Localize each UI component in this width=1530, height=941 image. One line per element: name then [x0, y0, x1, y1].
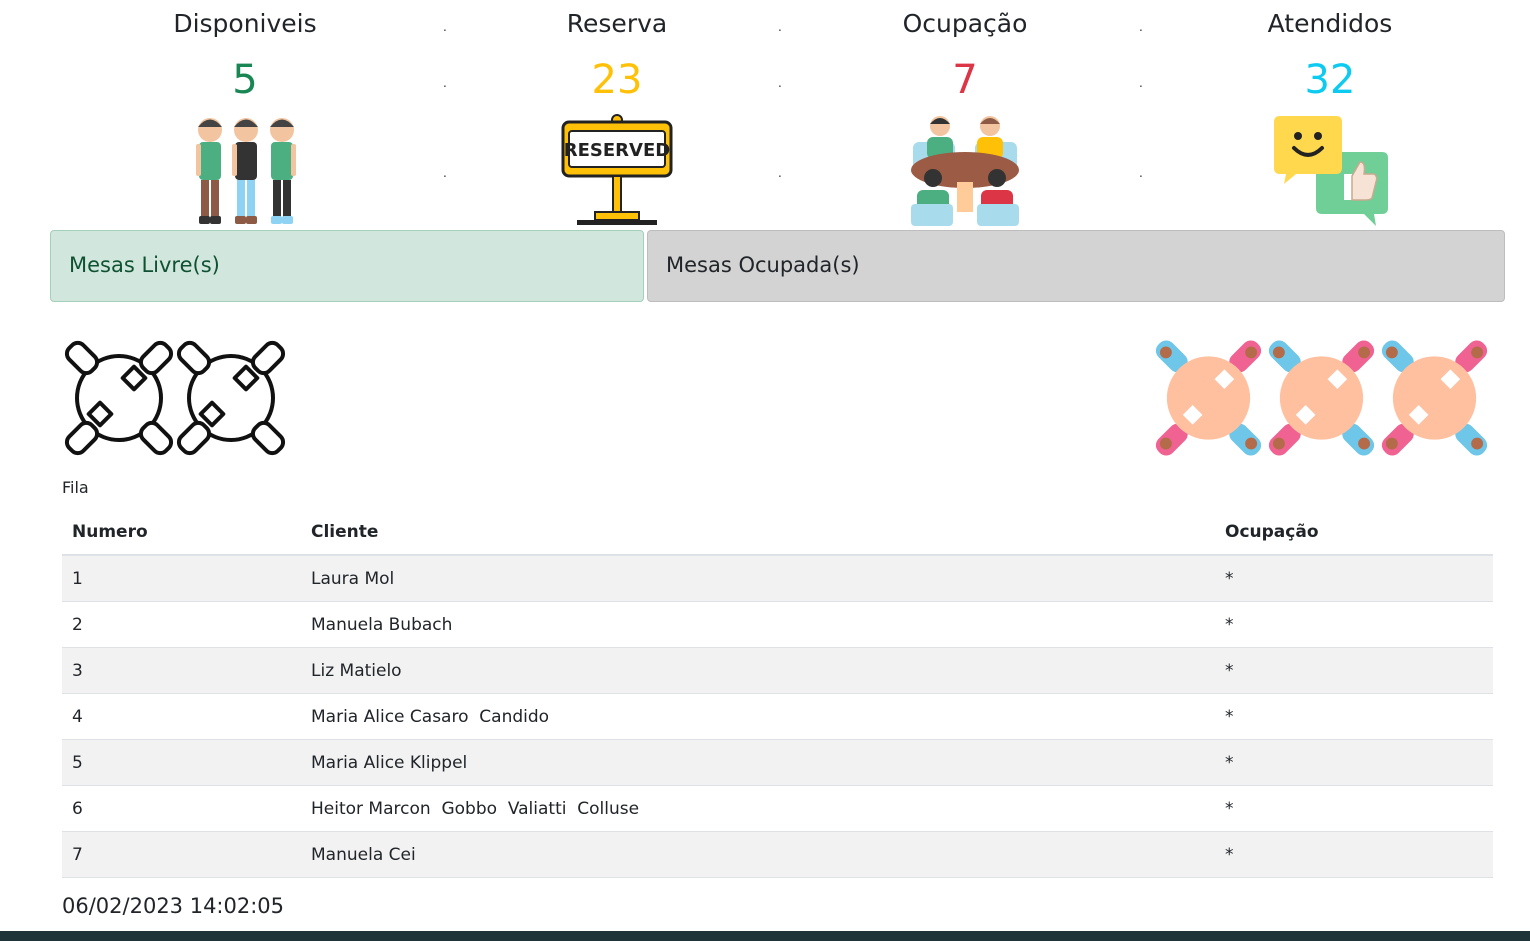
row-number: 4: [62, 693, 301, 740]
stat-title: Atendidos: [1267, 9, 1393, 38]
separator-dot: .: [1139, 20, 1143, 34]
row-client: Heitor Marcon Gobbo Valiatti Colluse: [301, 785, 1215, 832]
separator-dot: .: [443, 166, 447, 180]
table-row: 4 Maria Alice Casaro Candido *: [62, 693, 1493, 740]
row-number: 6: [62, 785, 301, 832]
stat-title: Ocupação: [902, 9, 1028, 38]
row-client: Maria Alice Casaro Candido: [301, 693, 1215, 740]
feedback-chat-icon: [1274, 116, 1388, 226]
table-row: 1 Laura Mol *: [62, 555, 1493, 602]
stat-value: 5: [232, 57, 258, 103]
row-number: 2: [62, 601, 301, 648]
occupied-tables-list: [1152, 340, 1491, 456]
column-header-number: Numero: [62, 509, 301, 556]
timestamp: 06/02/2023 14:02:05: [62, 894, 285, 918]
separator-dot: .: [443, 20, 447, 34]
row-number: 1: [62, 555, 301, 602]
queue-table: Numero Cliente Ocupação 1 Laura Mol * 2 …: [62, 509, 1493, 878]
stat-available: Disponiveis 5: [125, 0, 365, 228]
row-occupancy: *: [1215, 785, 1493, 832]
table-row: 6 Heitor Marcon Gobbo Valiatti Colluse *: [62, 785, 1493, 832]
queue-label: Fila: [62, 478, 89, 497]
occupied-table-icon[interactable]: [1265, 340, 1378, 456]
row-occupancy: *: [1215, 555, 1493, 602]
separator-dot: .: [443, 76, 447, 90]
row-number: 3: [62, 647, 301, 694]
row-occupancy: *: [1215, 739, 1493, 786]
stat-title: Reserva: [566, 9, 668, 38]
occupied-table-icon[interactable]: [1378, 340, 1491, 456]
separator-dot: .: [778, 20, 782, 34]
stat-title: Disponiveis: [173, 9, 317, 38]
free-table-icon[interactable]: [174, 340, 288, 456]
stat-occupancy: Ocupação 7: [845, 0, 1085, 228]
row-client: Liz Matielo: [301, 647, 1215, 694]
row-number: 5: [62, 739, 301, 786]
separator-dot: .: [778, 166, 782, 180]
table-row: 5 Maria Alice Klippel *: [62, 739, 1493, 786]
people-standing-icon: [196, 118, 296, 224]
occupied-tables-panel[interactable]: Mesas Ocupada(s): [647, 230, 1505, 302]
people-at-table-icon: [911, 116, 1019, 226]
stat-value: 23: [591, 57, 643, 103]
free-tables-list: [62, 340, 288, 456]
column-header-client: Cliente: [301, 509, 1215, 556]
free-table-icon[interactable]: [62, 340, 176, 456]
stat-value: 7: [952, 57, 978, 103]
row-client: Manuela Cei: [301, 831, 1215, 878]
reserved-sign-icon: RESERVED: [561, 114, 673, 225]
svg-text:RESERVED: RESERVED: [564, 140, 670, 161]
row-occupancy: *: [1215, 601, 1493, 648]
row-client: Manuela Bubach: [301, 601, 1215, 648]
separator-dot: .: [1139, 76, 1143, 90]
row-occupancy: *: [1215, 647, 1493, 694]
separator-dot: .: [778, 76, 782, 90]
row-client: Laura Mol: [301, 555, 1215, 602]
free-tables-panel[interactable]: Mesas Livre(s): [50, 230, 644, 302]
table-row: 7 Manuela Cei *: [62, 831, 1493, 878]
row-occupancy: *: [1215, 831, 1493, 878]
occupied-table-icon[interactable]: [1152, 340, 1265, 456]
stat-reserved: Reserva 23 RESERVED: [497, 0, 737, 228]
row-number: 7: [62, 831, 301, 878]
row-occupancy: *: [1215, 693, 1493, 740]
separator-dot: .: [1139, 166, 1143, 180]
table-row: 3 Liz Matielo *: [62, 647, 1493, 694]
table-header-row: Numero Cliente Ocupação: [62, 509, 1493, 556]
column-header-occupancy: Ocupação: [1215, 509, 1493, 556]
stat-value: 32: [1304, 57, 1356, 103]
taskbar: [0, 931, 1530, 941]
table-row: 2 Manuela Bubach *: [62, 601, 1493, 648]
stat-served: Atendidos 32: [1210, 0, 1450, 228]
row-client: Maria Alice Klippel: [301, 739, 1215, 786]
